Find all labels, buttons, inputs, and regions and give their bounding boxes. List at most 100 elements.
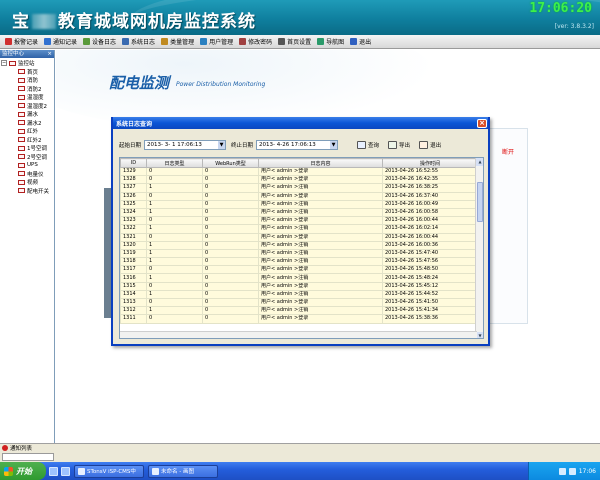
table-row[interactable]: 1317 0 0 用户< admin >登录 2013-04-26 15:48:50 (120, 265, 478, 275)
scroll-thumb[interactable] (477, 182, 483, 222)
column-header[interactable]: 操作时间 (382, 158, 478, 168)
tree-item[interactable]: 电量仪 (0, 170, 54, 179)
table-cell: 用户< admin >登录 (258, 314, 383, 324)
exit-dialog-button[interactable]: 退出 (417, 139, 443, 150)
start-button[interactable]: 开始 (0, 462, 46, 480)
quick-launch-ie-icon[interactable] (49, 466, 58, 476)
menu-item-7[interactable]: 首页设置 (275, 36, 314, 48)
tree-item[interactable]: 视频 (0, 178, 54, 187)
menu-item-9[interactable]: 退出 (347, 36, 374, 48)
volume-icon[interactable] (568, 467, 576, 475)
chevron-down-icon[interactable]: ▼ (330, 140, 338, 149)
table-row[interactable]: 1321 0 0 用户< admin >登录 2013-04-26 16:00:44 (120, 232, 478, 242)
collapse-icon[interactable]: − (1, 60, 7, 67)
table-row[interactable]: 1311 0 0 用户< admin >登录 2013-04-26 15:38:36 (120, 314, 478, 324)
taskbar: 开始 STonsV iSP-CMS中 未命名 - 画图 17:06 (0, 462, 600, 480)
vertical-scrollbar[interactable]: ▲ ▼ (475, 158, 483, 338)
table-cell: 0 (202, 306, 259, 316)
tree-item-label: 消防2 (27, 86, 42, 93)
table-cell: 1311 (120, 314, 147, 324)
tree-item[interactable]: 温湿度2 (0, 102, 54, 111)
tree-item[interactable]: 消防2 (0, 85, 54, 94)
table-row[interactable]: 1328 0 0 用户< admin >登录 2013-04-26 16:42:35 (120, 175, 478, 185)
tree-item-label: 消防 (27, 78, 39, 85)
chevron-down-icon[interactable]: ▼ (218, 140, 226, 149)
horizontal-scrollbar[interactable] (120, 331, 477, 338)
network-icon[interactable] (558, 467, 566, 475)
menu-item-label: 用户管理 (209, 39, 234, 46)
table-row[interactable]: 1322 1 0 用户< admin >注销 2013-04-26 16:02:14 (120, 224, 478, 234)
table-cell: 2013-04-26 16:38:25 (382, 183, 478, 193)
table-row[interactable]: 1320 1 0 用户< admin >注销 2013-04-26 16:00:36 (120, 240, 478, 250)
close-icon[interactable]: × (477, 118, 487, 128)
monitor-node-icon (18, 154, 25, 160)
tree-item[interactable]: 配电开关 (0, 187, 54, 196)
table-row[interactable]: 1316 1 0 用户< admin >注销 2013-04-26 15:48:24 (120, 273, 478, 283)
table-cell: 1 (146, 240, 203, 250)
table-cell: 用户< admin >登录 (258, 265, 383, 275)
column-header[interactable]: WebRun类型 (202, 158, 259, 168)
page-subtitle: Power Distribution Monitoring (176, 81, 266, 88)
table-row[interactable]: 1315 0 0 用户< admin >登录 2013-04-26 15:45:12 (120, 281, 478, 291)
task-paint[interactable]: 未命名 - 画图 (148, 464, 218, 478)
tree-item[interactable]: UPS (0, 161, 54, 170)
table-cell: 用户< admin >注销 (258, 199, 383, 209)
table-cell: 0 (202, 265, 259, 275)
table-cell: 用户< admin >登录 (258, 297, 383, 308)
column-header[interactable]: ID (120, 158, 147, 168)
column-header[interactable]: 日志内容 (258, 158, 383, 168)
table-row[interactable]: 1329 0 0 用户< admin >登录 2013-04-26 16:52:55 (120, 166, 478, 177)
menu-item-3[interactable]: 系统日志 (119, 36, 158, 48)
table-row[interactable]: 1312 1 0 用户< admin >注销 2013-04-26 15:41:34 (120, 306, 478, 316)
app-banner: 宝 教育城域网机房监控系统 17:06:20 [ver: 3.8.3.2] (0, 0, 600, 35)
table-row[interactable]: 1326 0 0 用户< admin >登录 2013-04-26 16:37:40 (120, 191, 478, 201)
switch-status-text: 断开 (502, 149, 515, 156)
table-cell: 1317 (120, 265, 147, 275)
tree-item[interactable]: 红外2 (0, 136, 54, 145)
tree-item[interactable]: 1号空调 (0, 144, 54, 153)
tree-item[interactable]: 漏水2 (0, 119, 54, 128)
query-button[interactable]: 查询 (355, 139, 381, 150)
table-row[interactable]: 1323 0 0 用户< admin >登录 2013-04-26 16:00:44 (120, 216, 478, 226)
table-row[interactable]: 1314 1 0 用户< admin >注销 2013-04-26 15:44:52 (120, 289, 478, 300)
table-cell: 2013-04-26 16:02:14 (382, 224, 478, 234)
table-row[interactable]: 1324 1 0 用户< admin >注销 2013-04-26 16:00:58 (120, 207, 478, 218)
menu-item-5[interactable]: 用户管理 (197, 36, 236, 48)
table-cell: 1326 (120, 191, 147, 201)
tree-root[interactable]: − 监控站 (0, 59, 54, 68)
scroll-up-icon[interactable]: ▲ (476, 158, 483, 166)
menu-item-6[interactable]: 修改密码 (236, 36, 275, 48)
tree-item[interactable]: 2号空调 (0, 153, 54, 162)
start-date-picker[interactable]: 2013- 3- 1 17:06:13 ▼ (144, 139, 227, 150)
export-button[interactable]: 导出 (386, 139, 412, 150)
menu-item-1[interactable]: 通知记录 (41, 36, 80, 48)
column-header[interactable]: 日志类型 (146, 158, 203, 168)
menu-item-8[interactable]: 导航图 (314, 36, 347, 48)
tree-item[interactable]: 温湿度 (0, 93, 54, 102)
table-row[interactable]: 1319 1 0 用户< admin >注销 2013-04-26 15:47:40 (120, 248, 478, 259)
menu-item-0[interactable]: 报警记录 (2, 36, 41, 48)
notice-list-bar[interactable]: 通知列表 (0, 443, 600, 452)
menu-item-4[interactable]: 类量管理 (158, 36, 197, 48)
menu-item-2[interactable]: 设备日志 (80, 36, 119, 48)
tree-item[interactable]: 消防 (0, 76, 54, 85)
tree-root-label: 监控站 (18, 61, 35, 68)
menu-bar: 报警记录 通知记录 设备日志 系统日志 类量管理 用户管理 修改密码 首页设置 导航图 退出 (0, 35, 600, 49)
monitor-node-icon (18, 120, 25, 126)
tree-item[interactable]: 红外 (0, 127, 54, 136)
task-cms-app[interactable]: STonsV iSP-CMS中 (74, 464, 144, 478)
table-row[interactable]: 1327 1 0 用户< admin >注销 2013-04-26 16:38:25 (120, 183, 478, 193)
table-row[interactable]: 1313 0 0 用户< admin >登录 2013-04-26 15:41:50 (120, 297, 478, 308)
table-row[interactable]: 1325 1 0 用户< admin >注销 2013-04-26 16:00:49 (120, 199, 478, 209)
table-cell: 用户< admin >注销 (258, 183, 383, 193)
end-date-picker[interactable]: 2013- 4-26 17:06:13 ▼ (256, 139, 339, 150)
dialog-titlebar[interactable]: 系统日志查询 × (113, 117, 488, 129)
table-row[interactable]: 1318 1 0 用户< admin >注销 2013-04-26 15:47:56 (120, 257, 478, 267)
panel-close-icon[interactable]: × (47, 50, 52, 58)
tree-item-label: 红外2 (27, 137, 42, 144)
exit-icon (419, 140, 429, 149)
scroll-down-icon[interactable]: ▼ (476, 332, 483, 338)
quick-launch-desktop-icon[interactable] (61, 466, 70, 476)
tree-item[interactable]: 漏水 (0, 110, 54, 119)
tree-item[interactable]: 首页 (0, 68, 54, 77)
